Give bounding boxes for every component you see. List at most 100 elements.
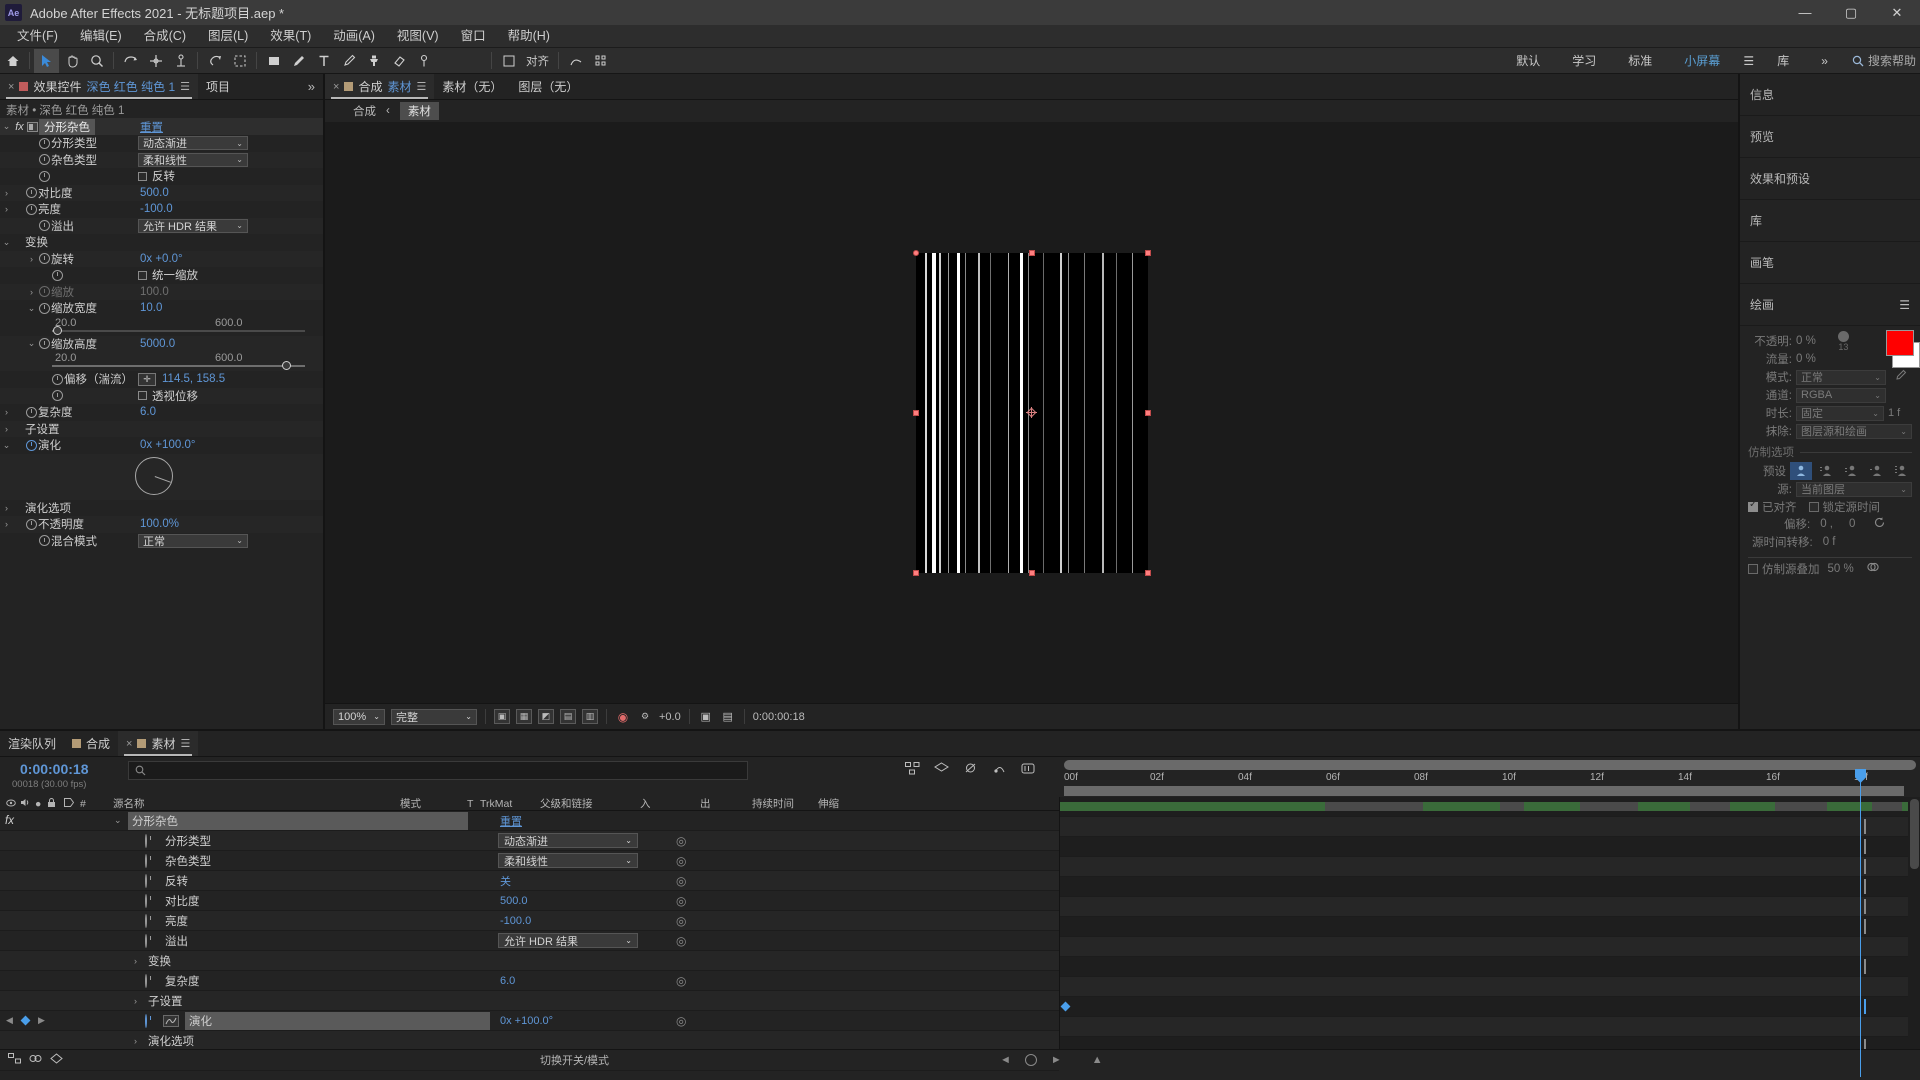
search-help-box[interactable]: 搜索帮助 xyxy=(1844,52,1916,69)
twirl-icon[interactable]: ⌄ xyxy=(114,815,122,826)
twirl-icon[interactable]: › xyxy=(0,407,13,417)
stopwatch-icon[interactable] xyxy=(52,270,63,281)
panel-menu-icon[interactable]: ☰ xyxy=(1899,298,1910,312)
panel-menu-icon[interactable]: ☰ xyxy=(416,80,426,93)
paint-channel-dropdown[interactable]: RGBA⌄ xyxy=(1796,388,1886,403)
property-group-transform[interactable]: ⌄ 变换 xyxy=(0,234,323,251)
twirl-icon[interactable]: › xyxy=(0,188,13,198)
close-icon[interactable]: ✕ xyxy=(1874,0,1920,25)
property-value[interactable]: 0x +0.0° xyxy=(140,253,183,265)
effect-name-cell[interactable]: 分形杂色 xyxy=(128,812,468,830)
timeline-search-input[interactable] xyxy=(128,761,748,780)
twirl-icon[interactable]: › xyxy=(134,996,137,1006)
property-value[interactable]: -100.0 xyxy=(140,203,173,215)
property-row-evolution[interactable]: ⌄ 演化 0x +100.0° xyxy=(0,437,323,454)
refine-edge-tool-icon[interactable] xyxy=(227,49,252,73)
property-dropdown[interactable]: 正常⌄ xyxy=(138,534,248,548)
show-snapshot-icon[interactable]: ▤ xyxy=(720,709,736,724)
slider-track[interactable] xyxy=(52,330,305,332)
stopwatch-icon[interactable] xyxy=(145,874,147,888)
effect-name[interactable]: 分形杂色 xyxy=(39,119,95,135)
property-label[interactable]: 演化 xyxy=(185,1012,490,1030)
timeline-track-area[interactable] xyxy=(1060,797,1920,1049)
solo-icon[interactable]: ● xyxy=(35,798,41,810)
tab-composition-timeline[interactable]: 合成 xyxy=(64,731,118,756)
property-value[interactable]: 6.0 xyxy=(140,406,156,418)
comp-flowchart-icon[interactable] xyxy=(8,1053,21,1067)
workspace-learn[interactable]: 学习 xyxy=(1556,48,1612,74)
audio-icon[interactable] xyxy=(20,798,30,810)
reset-link[interactable]: 重置 xyxy=(500,813,522,829)
tab-render-queue[interactable]: 渲染队列 xyxy=(0,731,64,756)
property-group-evolution-options[interactable]: › 演化选项 xyxy=(0,500,323,517)
property-value[interactable]: 0x +100.0° xyxy=(140,439,195,451)
panel-paint[interactable]: 绘画 ☰ xyxy=(1740,284,1920,326)
column-mode[interactable]: 模式 xyxy=(400,796,421,811)
workspace-default[interactable]: 默认 xyxy=(1500,48,1556,74)
exposure-gear-icon[interactable]: ⚙ xyxy=(637,709,653,724)
twirl-icon[interactable]: › xyxy=(0,424,13,434)
menu-edit[interactable]: 编辑(E) xyxy=(69,25,133,48)
twirl-icon[interactable]: ⌄ xyxy=(0,440,13,451)
playhead[interactable] xyxy=(1860,771,1861,1077)
toggle-switches-modes-icon[interactable] xyxy=(29,1053,42,1067)
expression-icon[interactable]: ◎ xyxy=(676,894,686,908)
stopwatch-icon[interactable] xyxy=(39,220,50,231)
composition-mini-flowchart-icon[interactable] xyxy=(905,762,920,778)
tab-project[interactable]: 项目 xyxy=(198,74,238,99)
clone-preset-buttons[interactable] xyxy=(1790,462,1912,480)
paint-aligned-row[interactable]: 已对齐 锁定源时间 xyxy=(1748,498,1912,515)
property-row-fractal-type[interactable]: 分形类型 动态渐进⌄ xyxy=(0,135,323,152)
grid-icon[interactable] xyxy=(588,49,613,73)
table-row[interactable]: 杂色类型 柔和线性⌄ ◎ xyxy=(0,851,1059,871)
clone-overlay-checkbox-icon[interactable] xyxy=(1748,564,1758,574)
stopwatch-icon[interactable] xyxy=(145,854,147,868)
checkbox-icon[interactable] xyxy=(138,391,147,400)
paint-duration-row[interactable]: 时长: 固定⌄ 1 f xyxy=(1748,404,1912,422)
column-trkmat[interactable]: TrkMat xyxy=(480,798,512,810)
workspace-menu-icon[interactable]: ☰ xyxy=(1736,49,1761,73)
frame-blending-icon[interactable] xyxy=(992,762,1007,778)
property-row-scale-width[interactable]: ⌄ 缩放宽度 10.0 xyxy=(0,300,323,317)
property-checkbox-row[interactable]: 统一缩放 xyxy=(138,267,198,283)
eraser-tool-icon[interactable] xyxy=(386,49,411,73)
timeline-ruler[interactable]: 00f 02f 04f 06f 08f 10f 12f 14f xyxy=(1060,757,1920,797)
property-dropdown[interactable]: 柔和线性⌄ xyxy=(138,153,248,167)
property-value[interactable]: 114.5, 158.5 xyxy=(162,373,225,385)
expression-icon[interactable]: ◎ xyxy=(676,834,686,848)
offset-crosshair-icon[interactable]: ✛ xyxy=(138,373,156,386)
motion-blur-icon[interactable] xyxy=(1021,762,1036,778)
eyedropper-icon[interactable] xyxy=(1894,369,1907,385)
tab-effect-controls[interactable]: × 效果控件 深色 红色 纯色 1 ☰ xyxy=(0,74,198,99)
menu-effect[interactable]: 效果(T) xyxy=(259,25,322,48)
stopwatch-icon[interactable] xyxy=(39,303,50,314)
twirl-icon[interactable]: › xyxy=(0,519,13,529)
column-in[interactable]: 入 xyxy=(640,796,651,811)
tab-composition-footage[interactable]: × 合成 素材 ☰ xyxy=(325,74,434,99)
paint-presets-row[interactable]: 预设 xyxy=(1748,462,1912,480)
paint-offset-row[interactable]: 偏移: 0 , 0 xyxy=(1748,515,1912,533)
align-panel-icon[interactable] xyxy=(496,49,521,73)
twirl-icon[interactable]: › xyxy=(134,956,137,966)
stopwatch-icon[interactable] xyxy=(145,974,147,988)
hide-shy-layers-icon[interactable] xyxy=(963,762,978,778)
label-icon[interactable] xyxy=(64,798,74,810)
stopwatch-icon[interactable] xyxy=(39,253,50,264)
stopwatch-icon[interactable] xyxy=(26,407,37,418)
property-row-brightness[interactable]: › 亮度 -100.0 xyxy=(0,201,323,218)
stopwatch-icon[interactable] xyxy=(52,374,63,385)
viewer-timecode[interactable]: 0:00:00:18 xyxy=(753,711,805,723)
expression-icon[interactable]: ◎ xyxy=(676,874,686,888)
keyframe-icon[interactable] xyxy=(1061,1002,1071,1012)
twirl-icon[interactable]: › xyxy=(134,1036,137,1046)
exposure-reset-icon[interactable]: ◉ xyxy=(615,709,631,724)
property-row-invert[interactable]: 反转 xyxy=(0,168,323,185)
tab-footage[interactable]: 素材（无） xyxy=(434,74,510,99)
twirl-icon[interactable]: › xyxy=(25,254,38,264)
eye-icon[interactable] xyxy=(6,798,16,810)
clone-preset-3-icon[interactable] xyxy=(1840,462,1862,480)
table-row[interactable]: ◀ ▶ 演化 0x +100.0° ◎ xyxy=(0,1011,1059,1031)
anchor-point-tool-icon[interactable] xyxy=(168,49,193,73)
panel-brushes[interactable]: 画笔 xyxy=(1740,242,1920,284)
table-row[interactable]: 复杂度 6.0 ◎ xyxy=(0,971,1059,991)
